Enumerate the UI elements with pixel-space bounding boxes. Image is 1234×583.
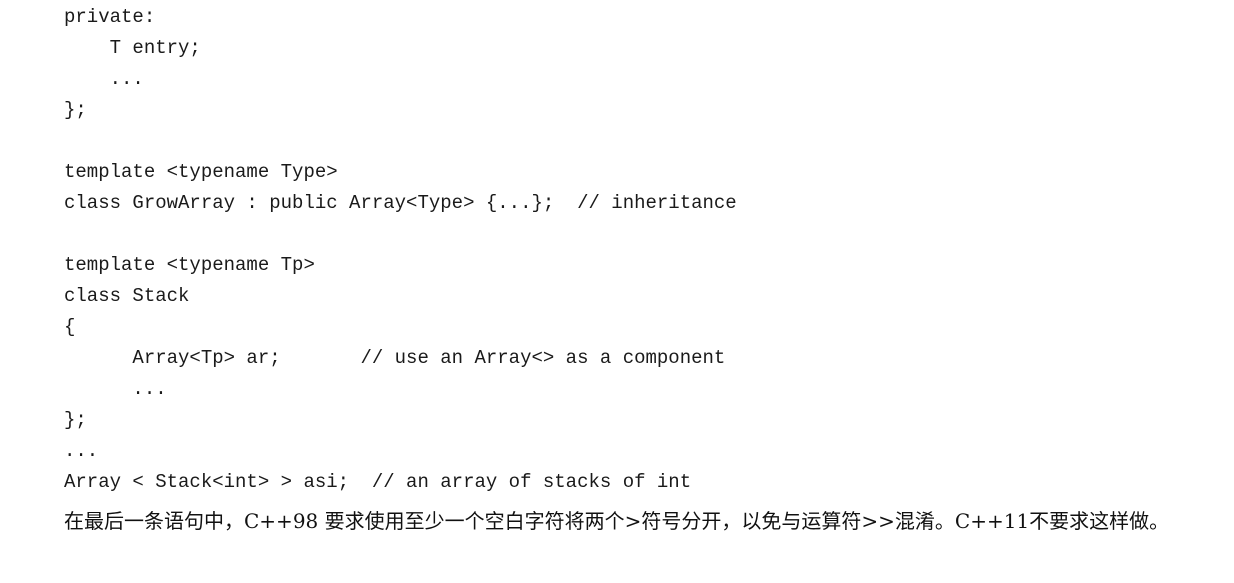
code-line: Array < Stack<int> > asi; // an array of…	[64, 471, 692, 493]
code-line: private:	[64, 6, 156, 28]
code-line: ...	[64, 378, 167, 400]
code-line: T entry;	[64, 37, 201, 59]
explanation-paragraph: 在最后一条语句中，C++98 要求使用至少一个空白字符将两个>符号分开，以免与运…	[64, 509, 1170, 533]
code-line: template <typename Type>	[64, 161, 338, 183]
code-line: class Stack	[64, 285, 190, 307]
code-line: class GrowArray : public Array<Type> {..…	[64, 192, 737, 214]
code-line: ...	[64, 68, 144, 90]
code-line: };	[64, 409, 87, 431]
explanation-text: 在最后一条语句中，C++98 要求使用至少一个空白字符将两个>符号分开，以免与运…	[12, 504, 1224, 538]
code-line: Array<Tp> ar; // use an Array<> as a com…	[64, 347, 726, 369]
code-line: {	[64, 316, 76, 338]
code-listing: private: T entry; ... }; template <typen…	[64, 2, 1164, 498]
code-line: template <typename Tp>	[64, 254, 315, 276]
code-line: };	[64, 99, 87, 121]
code-line: ...	[64, 440, 99, 462]
